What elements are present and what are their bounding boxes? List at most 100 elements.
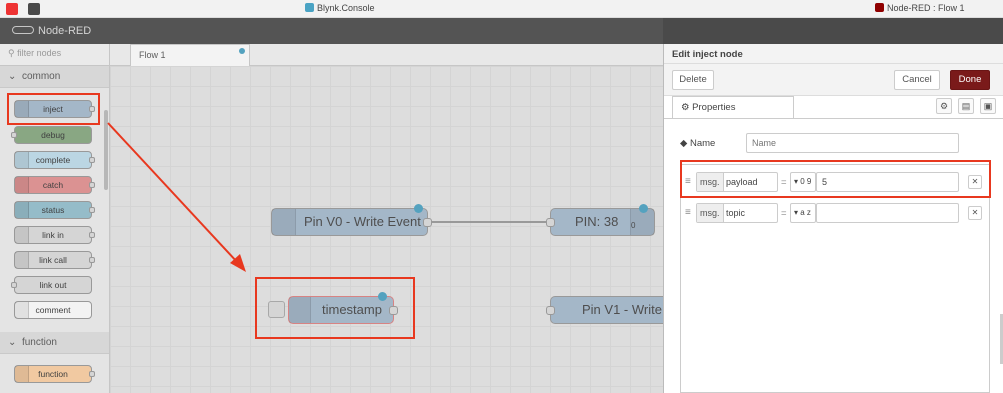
palette-node-link-out[interactable]: link out — [11, 276, 92, 294]
youtube-icon[interactable] — [6, 3, 18, 15]
node-label: Pin V0 - Write Event — [304, 214, 421, 229]
node-label: function — [38, 369, 68, 379]
msg-prefix: msg. — [697, 204, 724, 222]
property-key: payload — [726, 177, 758, 187]
tray-title: Edit inject node — [664, 44, 1003, 64]
payload-key-field[interactable]: msg. payload — [696, 172, 778, 192]
number-type-icon: 0 9 — [800, 177, 812, 186]
output-port — [89, 371, 95, 377]
property-list — [680, 164, 990, 393]
palette-node-complete[interactable]: complete — [14, 151, 95, 169]
tag-icon: ◆ — [680, 138, 688, 149]
flow-node-pin-v0[interactable]: Pin V0 - Write Event — [271, 204, 432, 236]
input-port[interactable] — [546, 306, 555, 315]
comment-icon — [15, 302, 29, 318]
remove-topic-button[interactable]: ✕ — [968, 206, 982, 220]
remove-payload-button[interactable]: ✕ — [968, 175, 982, 189]
output-port[interactable] — [423, 218, 432, 227]
equals-sign: = — [781, 208, 787, 219]
node-label: complete — [35, 155, 71, 165]
input-port — [11, 282, 17, 288]
browser-tab-label: Node-RED : Flow 1 — [887, 3, 965, 13]
link-icon — [15, 227, 29, 243]
topic-value-input[interactable] — [816, 203, 959, 223]
equals-sign: = — [781, 177, 787, 188]
property-key: topic — [726, 208, 746, 218]
palette-node-function[interactable]: function — [14, 365, 95, 383]
node-label: comment — [35, 305, 71, 315]
output-port — [89, 157, 95, 163]
flow-node-pin-v1[interactable]: Pin V1 - Write — [546, 296, 663, 324]
tray-toolbar: Delete Cancel Done — [664, 64, 1003, 96]
changed-dot-icon — [239, 48, 245, 54]
arrow-line — [107, 122, 239, 264]
palette-category-function[interactable]: ⌄ function — [0, 332, 109, 354]
annotation-arrow-icon — [107, 122, 246, 272]
browser-tab-nodered[interactable]: Node-RED : Flow 1 — [875, 3, 965, 13]
payload-type-select[interactable]: ▾ 0 9 — [790, 172, 816, 192]
palette-filter-input[interactable]: ⚲ filter nodes — [0, 44, 109, 66]
drag-handle-icon[interactable]: ≡ — [685, 176, 691, 187]
delete-button[interactable]: Delete — [672, 70, 714, 90]
palette-node-catch[interactable]: catch — [14, 176, 95, 194]
changed-dot-icon — [639, 204, 648, 213]
node-label: Pin V1 - Write — [582, 302, 662, 317]
appearance-tab-icon[interactable]: ▣ — [980, 98, 996, 114]
input-port — [11, 132, 17, 138]
node-label: PIN: 38 — [575, 214, 619, 229]
topic-type-select[interactable]: ▾ a z — [790, 203, 816, 223]
name-input[interactable] — [746, 133, 959, 153]
cancel-button[interactable]: Cancel — [894, 70, 940, 90]
drag-handle-icon[interactable]: ≡ — [685, 207, 691, 218]
palette-node-link-call[interactable]: link call — [14, 251, 95, 269]
tab-flow-1[interactable]: Flow 1 — [130, 44, 250, 66]
output-port — [89, 207, 95, 213]
output-port — [89, 182, 95, 188]
browser-tab-label: Blynk.Console — [317, 3, 375, 13]
browser-tab-bar: Blynk.Console Node-RED : Flow 1 — [0, 0, 1003, 18]
nodered-tab-icon — [875, 3, 884, 12]
highlight-inject-node — [7, 93, 100, 125]
palette-category-common[interactable]: ⌄ common — [0, 66, 109, 88]
done-button[interactable]: Done — [950, 70, 990, 90]
category-label: function — [21, 337, 57, 348]
function-icon — [15, 366, 29, 382]
name-label: ◆ Name — [680, 138, 715, 149]
input-port[interactable] — [546, 218, 555, 227]
tab-label: Flow 1 — [139, 50, 166, 60]
app-logo: Node-RED — [12, 25, 91, 37]
palette-node-debug[interactable]: debug — [11, 126, 92, 144]
payload-value-input[interactable]: 5 — [816, 172, 959, 192]
highlight-timestamp-node — [255, 277, 415, 339]
workspace-tab-bar: Flow 1 — [110, 44, 663, 66]
wire[interactable] — [428, 221, 550, 223]
node-label: link in — [42, 230, 64, 240]
description-tab-icon[interactable]: ▤ — [958, 98, 974, 114]
node-label: link out — [39, 280, 67, 290]
app-title: Node-RED — [38, 25, 92, 37]
node-label: link call — [39, 255, 67, 265]
flow-node-pin-38[interactable]: PIN: 38 0 — [546, 204, 655, 236]
blynk-tab-icon — [305, 3, 314, 12]
tab-divider — [664, 118, 1003, 119]
tab-label: Properties — [692, 102, 736, 113]
settings-tab-gear-icon[interactable]: ⚙ — [936, 98, 952, 114]
browser-tab-blynk[interactable]: Blynk.Console — [305, 3, 375, 13]
palette-node-status[interactable]: status — [14, 201, 95, 219]
string-type-icon: a z — [800, 208, 811, 217]
link-icon — [15, 252, 29, 268]
node-label: debug — [41, 130, 65, 140]
blynk-node-icon — [272, 209, 296, 235]
bookmark-icon[interactable] — [28, 3, 40, 15]
palette-node-link-in[interactable]: link in — [14, 226, 95, 244]
palette-node-comment[interactable]: comment — [14, 301, 92, 319]
node-red-logo-icon — [12, 26, 34, 34]
pulse-icon — [15, 202, 29, 218]
msg-prefix: msg. — [697, 173, 724, 191]
exclamation-icon — [15, 177, 29, 193]
edit-tray: Edit inject node Delete Cancel Done ⚙ Pr… — [663, 44, 1003, 393]
category-label: common — [21, 71, 61, 82]
topic-key-field[interactable]: msg. topic — [696, 203, 778, 223]
tab-properties[interactable]: ⚙ Properties — [672, 96, 794, 118]
app-header: Node-RED — [0, 18, 1003, 44]
